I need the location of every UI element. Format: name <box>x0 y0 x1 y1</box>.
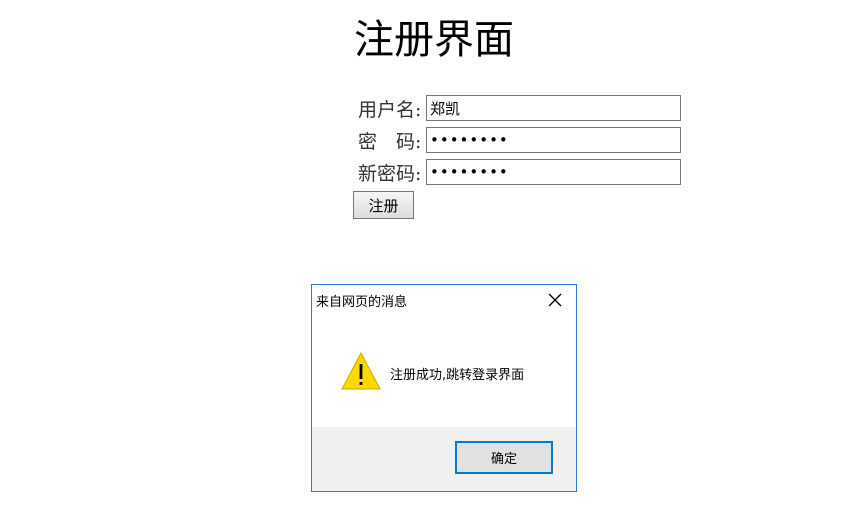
dialog-title: 来自网页的消息 <box>316 295 408 310</box>
dialog-message: 注册成功,跳转登录界面 <box>390 368 525 383</box>
ok-button[interactable]: 确定 <box>455 441 553 474</box>
password-input[interactable]: •••••••• <box>426 127 681 153</box>
username-row: 用户名: 郑凯 <box>358 94 688 122</box>
alert-dialog: 来自网页的消息 注册成功,跳转登录界面 确定 <box>311 284 577 492</box>
new-password-row: 新密码: •••••••• <box>358 158 688 186</box>
close-icon[interactable] <box>546 291 564 309</box>
register-button[interactable]: 注册 <box>353 191 414 219</box>
page-title: 注册界面 <box>354 17 514 63</box>
password-label: 密 码: <box>358 130 422 153</box>
dialog-body: 注册成功,跳转登录界面 <box>312 315 576 427</box>
dialog-titlebar: 来自网页的消息 <box>312 285 576 315</box>
new-password-label: 新密码: <box>358 162 422 185</box>
username-label: 用户名: <box>358 98 422 121</box>
username-input[interactable]: 郑凯 <box>426 95 681 121</box>
password-row: 密 码: •••••••• <box>358 126 688 154</box>
dialog-footer: 确定 <box>312 427 576 491</box>
warning-icon <box>340 351 382 391</box>
new-password-input[interactable]: •••••••• <box>426 159 681 185</box>
registration-form: 用户名: 郑凯 密 码: •••••••• 新密码: •••••••• <box>358 94 688 190</box>
